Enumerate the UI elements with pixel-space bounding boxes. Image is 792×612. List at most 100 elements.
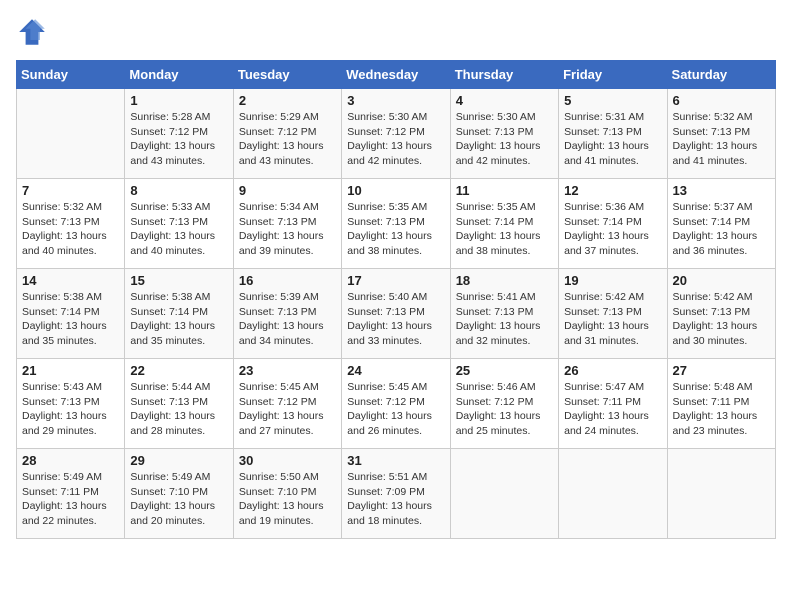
day-info: Sunrise: 5:33 AM Sunset: 7:13 PM Dayligh… — [130, 200, 227, 259]
day-number: 26 — [564, 363, 661, 378]
day-number: 24 — [347, 363, 444, 378]
day-cell: 10 Sunrise: 5:35 AM Sunset: 7:13 PM Dayli… — [342, 179, 450, 269]
header-cell-sunday: Sunday — [17, 61, 125, 89]
day-cell: 3 Sunrise: 5:30 AM Sunset: 7:12 PM Daylig… — [342, 89, 450, 179]
day-number: 16 — [239, 273, 336, 288]
day-info: Sunrise: 5:40 AM Sunset: 7:13 PM Dayligh… — [347, 290, 444, 349]
day-info: Sunrise: 5:30 AM Sunset: 7:13 PM Dayligh… — [456, 110, 553, 169]
day-cell: 26 Sunrise: 5:47 AM Sunset: 7:11 PM Dayli… — [559, 359, 667, 449]
day-info: Sunrise: 5:45 AM Sunset: 7:12 PM Dayligh… — [347, 380, 444, 439]
day-info: Sunrise: 5:44 AM Sunset: 7:13 PM Dayligh… — [130, 380, 227, 439]
day-cell: 23 Sunrise: 5:45 AM Sunset: 7:12 PM Dayli… — [233, 359, 341, 449]
week-row-5: 28 Sunrise: 5:49 AM Sunset: 7:11 PM Dayli… — [17, 449, 776, 539]
day-cell: 1 Sunrise: 5:28 AM Sunset: 7:12 PM Daylig… — [125, 89, 233, 179]
logo — [16, 16, 52, 48]
day-info: Sunrise: 5:28 AM Sunset: 7:12 PM Dayligh… — [130, 110, 227, 169]
day-cell: 12 Sunrise: 5:36 AM Sunset: 7:14 PM Dayli… — [559, 179, 667, 269]
day-number: 9 — [239, 183, 336, 198]
day-number: 4 — [456, 93, 553, 108]
day-info: Sunrise: 5:31 AM Sunset: 7:13 PM Dayligh… — [564, 110, 661, 169]
day-number: 17 — [347, 273, 444, 288]
day-cell: 21 Sunrise: 5:43 AM Sunset: 7:13 PM Dayli… — [17, 359, 125, 449]
day-number: 12 — [564, 183, 661, 198]
day-cell — [667, 449, 775, 539]
day-number: 7 — [22, 183, 119, 198]
day-number: 18 — [456, 273, 553, 288]
day-cell: 27Sunrise: 5:48 AM Sunset: 7:11 PM Dayli… — [667, 359, 775, 449]
week-row-3: 14 Sunrise: 5:38 AM Sunset: 7:14 PM Dayli… — [17, 269, 776, 359]
day-number: 28 — [22, 453, 119, 468]
day-cell: 14 Sunrise: 5:38 AM Sunset: 7:14 PM Dayli… — [17, 269, 125, 359]
day-number: 5 — [564, 93, 661, 108]
day-number: 25 — [456, 363, 553, 378]
day-number: 10 — [347, 183, 444, 198]
day-info: Sunrise: 5:51 AM Sunset: 7:09 PM Dayligh… — [347, 470, 444, 529]
day-info: Sunrise: 5:49 AM Sunset: 7:11 PM Dayligh… — [22, 470, 119, 529]
header-cell-monday: Monday — [125, 61, 233, 89]
day-number: 11 — [456, 183, 553, 198]
header-cell-thursday: Thursday — [450, 61, 558, 89]
day-info: Sunrise: 5:41 AM Sunset: 7:13 PM Dayligh… — [456, 290, 553, 349]
day-number: 1 — [130, 93, 227, 108]
day-number: 23 — [239, 363, 336, 378]
day-info: Sunrise: 5:45 AM Sunset: 7:12 PM Dayligh… — [239, 380, 336, 439]
day-number: 13 — [673, 183, 770, 198]
week-row-2: 7 Sunrise: 5:32 AM Sunset: 7:13 PM Daylig… — [17, 179, 776, 269]
header-row: SundayMondayTuesdayWednesdayThursdayFrid… — [17, 61, 776, 89]
day-cell — [559, 449, 667, 539]
day-info: Sunrise: 5:43 AM Sunset: 7:13 PM Dayligh… — [22, 380, 119, 439]
day-cell: 11Sunrise: 5:35 AM Sunset: 7:14 PM Dayli… — [450, 179, 558, 269]
day-info: Sunrise: 5:32 AM Sunset: 7:13 PM Dayligh… — [22, 200, 119, 259]
day-cell: 30 Sunrise: 5:50 AM Sunset: 7:10 PM Dayli… — [233, 449, 341, 539]
day-info: Sunrise: 5:47 AM Sunset: 7:11 PM Dayligh… — [564, 380, 661, 439]
day-number: 15 — [130, 273, 227, 288]
day-cell: 6 Sunrise: 5:32 AM Sunset: 7:13 PM Daylig… — [667, 89, 775, 179]
calendar-table: SundayMondayTuesdayWednesdayThursdayFrid… — [16, 60, 776, 539]
day-cell: 9Sunrise: 5:34 AM Sunset: 7:13 PM Daylig… — [233, 179, 341, 269]
day-number: 30 — [239, 453, 336, 468]
day-cell: 20 Sunrise: 5:42 AM Sunset: 7:13 PM Dayli… — [667, 269, 775, 359]
day-info: Sunrise: 5:42 AM Sunset: 7:13 PM Dayligh… — [564, 290, 661, 349]
day-cell: 31Sunrise: 5:51 AM Sunset: 7:09 PM Dayli… — [342, 449, 450, 539]
day-cell: 13 Sunrise: 5:37 AM Sunset: 7:14 PM Dayli… — [667, 179, 775, 269]
day-number: 21 — [22, 363, 119, 378]
day-cell: 22 Sunrise: 5:44 AM Sunset: 7:13 PM Dayli… — [125, 359, 233, 449]
day-info: Sunrise: 5:32 AM Sunset: 7:13 PM Dayligh… — [673, 110, 770, 169]
day-info: Sunrise: 5:49 AM Sunset: 7:10 PM Dayligh… — [130, 470, 227, 529]
page-header — [16, 16, 776, 48]
day-info: Sunrise: 5:29 AM Sunset: 7:12 PM Dayligh… — [239, 110, 336, 169]
day-cell: 15Sunrise: 5:38 AM Sunset: 7:14 PM Dayli… — [125, 269, 233, 359]
week-row-4: 21 Sunrise: 5:43 AM Sunset: 7:13 PM Dayli… — [17, 359, 776, 449]
day-info: Sunrise: 5:35 AM Sunset: 7:13 PM Dayligh… — [347, 200, 444, 259]
day-info: Sunrise: 5:37 AM Sunset: 7:14 PM Dayligh… — [673, 200, 770, 259]
day-cell: 2 Sunrise: 5:29 AM Sunset: 7:12 PM Daylig… — [233, 89, 341, 179]
day-number: 20 — [673, 273, 770, 288]
day-info: Sunrise: 5:39 AM Sunset: 7:13 PM Dayligh… — [239, 290, 336, 349]
day-number: 2 — [239, 93, 336, 108]
day-number: 14 — [22, 273, 119, 288]
day-cell: 18 Sunrise: 5:41 AM Sunset: 7:13 PM Dayli… — [450, 269, 558, 359]
day-info: Sunrise: 5:50 AM Sunset: 7:10 PM Dayligh… — [239, 470, 336, 529]
day-cell: 7 Sunrise: 5:32 AM Sunset: 7:13 PM Daylig… — [17, 179, 125, 269]
day-number: 8 — [130, 183, 227, 198]
day-cell: 24 Sunrise: 5:45 AM Sunset: 7:12 PM Dayli… — [342, 359, 450, 449]
day-number: 27 — [673, 363, 770, 378]
day-cell: 8 Sunrise: 5:33 AM Sunset: 7:13 PM Daylig… — [125, 179, 233, 269]
day-info: Sunrise: 5:36 AM Sunset: 7:14 PM Dayligh… — [564, 200, 661, 259]
day-number: 29 — [130, 453, 227, 468]
day-cell: 28 Sunrise: 5:49 AM Sunset: 7:11 PM Dayli… — [17, 449, 125, 539]
day-number: 22 — [130, 363, 227, 378]
week-row-1: 1 Sunrise: 5:28 AM Sunset: 7:12 PM Daylig… — [17, 89, 776, 179]
day-cell: 16 Sunrise: 5:39 AM Sunset: 7:13 PM Dayli… — [233, 269, 341, 359]
day-cell: 19Sunrise: 5:42 AM Sunset: 7:13 PM Dayli… — [559, 269, 667, 359]
day-number: 3 — [347, 93, 444, 108]
day-info: Sunrise: 5:38 AM Sunset: 7:14 PM Dayligh… — [22, 290, 119, 349]
day-cell: 25Sunrise: 5:46 AM Sunset: 7:12 PM Dayli… — [450, 359, 558, 449]
day-number: 6 — [673, 93, 770, 108]
header-cell-friday: Friday — [559, 61, 667, 89]
header-cell-tuesday: Tuesday — [233, 61, 341, 89]
day-info: Sunrise: 5:42 AM Sunset: 7:13 PM Dayligh… — [673, 290, 770, 349]
logo-icon — [16, 16, 48, 48]
day-info: Sunrise: 5:30 AM Sunset: 7:12 PM Dayligh… — [347, 110, 444, 169]
day-cell: 29 Sunrise: 5:49 AM Sunset: 7:10 PM Dayli… — [125, 449, 233, 539]
